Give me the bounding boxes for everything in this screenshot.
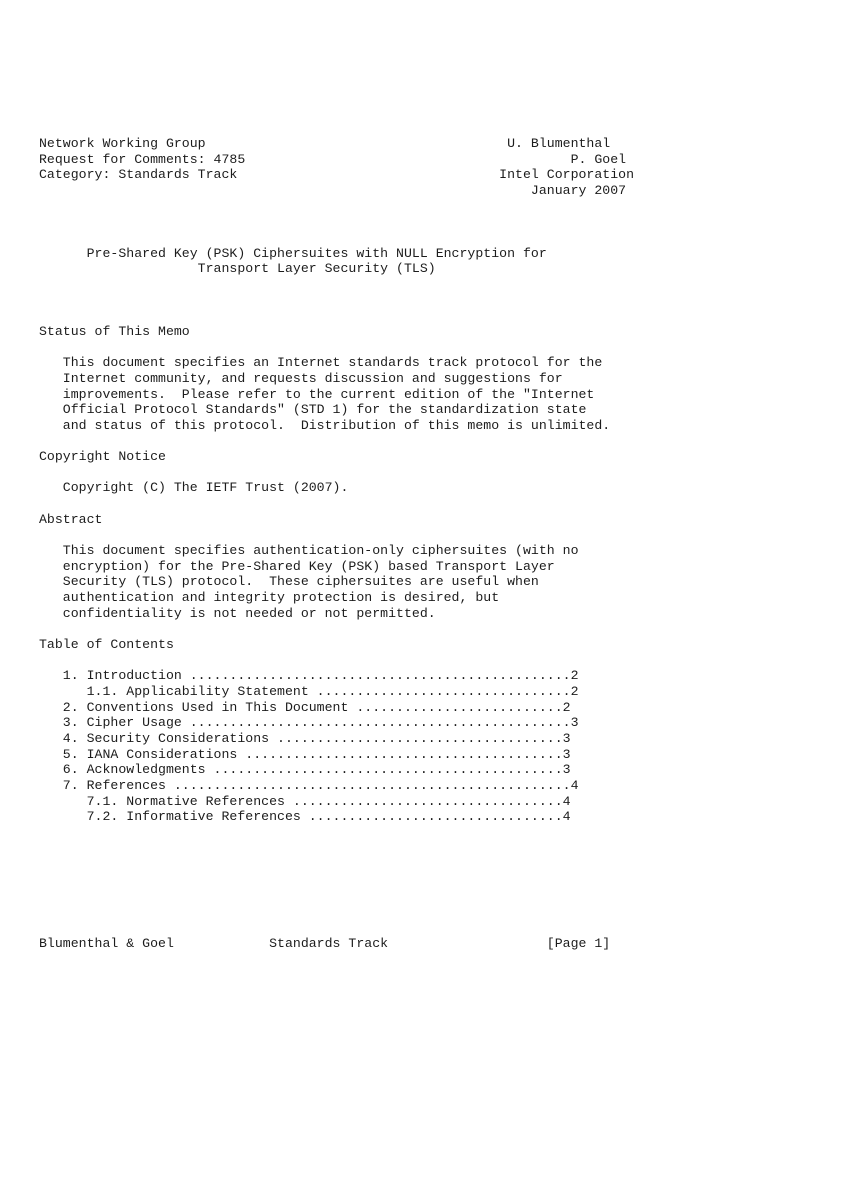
page-footer: Blumenthal & Goel Standards Track [Page …: [39, 936, 679, 952]
status-of-this-memo-heading: Status of This Memo: [39, 323, 190, 339]
copyright-notice-heading: Copyright Notice: [39, 449, 166, 465]
copyright-notice-body: Copyright (C) The IETF Trust (2007).: [39, 480, 349, 496]
table-of-contents-entries: 1. Introduction ........................…: [62, 668, 579, 825]
table-of-contents-heading: Table of Contents: [39, 637, 174, 652]
abstract-heading: Abstract: [39, 511, 103, 527]
abstract-body: This document specifies authentication-o…: [62, 543, 579, 621]
document-title: Pre-Shared Key (PSK) Ciphersuites with N…: [86, 245, 547, 277]
rfc-document-page: Network Working Group U. Blumenthal Requ…: [39, 136, 679, 825]
status-of-this-memo-body: This document specifies an Internet stan…: [62, 355, 611, 433]
document-header: Network Working Group U. Blumenthal Requ…: [39, 136, 635, 198]
page-footer-line: Blumenthal & Goel Standards Track [Page …: [39, 936, 611, 951]
